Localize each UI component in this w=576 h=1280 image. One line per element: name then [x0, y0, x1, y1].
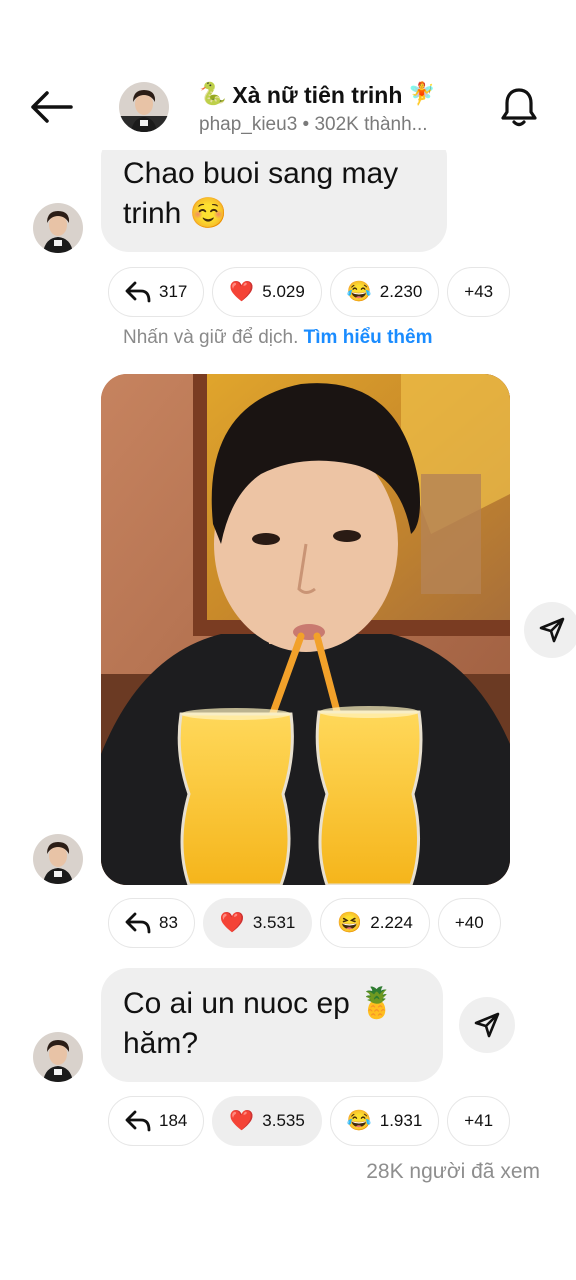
translate-hint: Nhấn và giữ để dịch. Tìm hiểu thêm — [123, 327, 432, 349]
reply-icon — [125, 1110, 151, 1132]
send-icon — [474, 1012, 500, 1038]
forward-button[interactable] — [524, 602, 576, 658]
arrow-left-icon — [31, 91, 73, 123]
sender-avatar[interactable] — [33, 834, 83, 884]
message-bubble[interactable]: Chao buoi sang may trinh ☺️ — [101, 142, 447, 252]
translate-hint-text: Nhấn và giữ để dịch. — [123, 327, 299, 348]
reply-button[interactable]: 83 — [108, 898, 195, 948]
laugh-icon: 😆 — [337, 912, 363, 934]
laugh-reaction[interactable]: 😂 2.230 — [329, 267, 440, 317]
heart-icon: ❤️ — [219, 912, 245, 934]
laugh-count: 1.931 — [379, 1111, 423, 1130]
snake-emoji: 🐍 — [199, 82, 227, 107]
learn-more-link[interactable]: Tìm hiểu thêm — [304, 327, 433, 348]
more-reactions[interactable]: +40 — [437, 898, 501, 948]
reply-icon — [125, 281, 151, 303]
sender-avatar[interactable] — [33, 1032, 83, 1082]
heart-count: 3.535 — [262, 1111, 305, 1130]
back-button[interactable] — [26, 82, 76, 132]
laugh-reaction[interactable]: 😂 1.931 — [329, 1096, 440, 1146]
more-count: +43 — [464, 282, 494, 301]
channel-name: Xà nữ tiên trinh — [232, 81, 403, 108]
channel-title[interactable]: 🐍 Xà nữ tiên trinh 🧚 — [199, 80, 489, 110]
heart-icon: ❤️ — [229, 281, 255, 303]
sender-avatar[interactable] — [33, 203, 83, 253]
heart-reaction[interactable]: ❤️ 5.029 — [212, 267, 322, 317]
heart-count: 3.531 — [252, 913, 296, 932]
reply-count: 83 — [159, 913, 178, 932]
laugh-icon: 😂 — [346, 1110, 372, 1132]
more-count: +40 — [454, 913, 484, 932]
reply-count: 317 — [159, 282, 188, 301]
send-icon — [539, 617, 565, 643]
more-reactions[interactable]: +43 — [447, 267, 511, 317]
bell-icon — [501, 88, 537, 127]
notification-button[interactable] — [494, 82, 544, 132]
reaction-row: 184 ❤️ 3.535 😂 1.931 +41 — [108, 1096, 511, 1146]
reply-icon — [125, 912, 151, 934]
reply-count: 184 — [159, 1111, 188, 1130]
view-count: 28K người đã xem — [366, 1160, 540, 1183]
forward-button[interactable] — [459, 997, 515, 1053]
message-photo[interactable] — [101, 374, 510, 885]
reply-button[interactable]: 184 — [108, 1096, 205, 1146]
channel-subtitle[interactable]: phap_kieu3 • 302K thành... — [199, 114, 459, 136]
heart-reaction[interactable]: ❤️ 3.535 — [212, 1096, 322, 1146]
laugh-icon: 😂 — [346, 281, 372, 303]
channel-header: 🐍 Xà nữ tiên trinh 🧚 phap_kieu3 • 302K t… — [0, 0, 576, 150]
more-count: +41 — [464, 1111, 494, 1130]
heart-icon: ❤️ — [229, 1110, 255, 1132]
channel-avatar[interactable] — [119, 82, 169, 132]
heart-count: 5.029 — [262, 282, 305, 301]
reply-button[interactable]: 317 — [108, 267, 205, 317]
fairy-emoji: 🧚 — [408, 82, 436, 107]
laugh-reaction[interactable]: 😆 2.224 — [320, 898, 430, 948]
heart-reaction[interactable]: ❤️ 3.531 — [202, 898, 313, 948]
more-reactions[interactable]: +41 — [447, 1096, 511, 1146]
reaction-row: 83 ❤️ 3.531 😆 2.224 +40 — [108, 898, 501, 948]
message-bubble[interactable]: Co ai un nuoc ep 🍍 hăm? — [101, 968, 443, 1082]
laugh-count: 2.224 — [370, 913, 413, 932]
reaction-row: 317 ❤️ 5.029 😂 2.230 +43 — [108, 267, 511, 317]
laugh-count: 2.230 — [379, 282, 423, 301]
